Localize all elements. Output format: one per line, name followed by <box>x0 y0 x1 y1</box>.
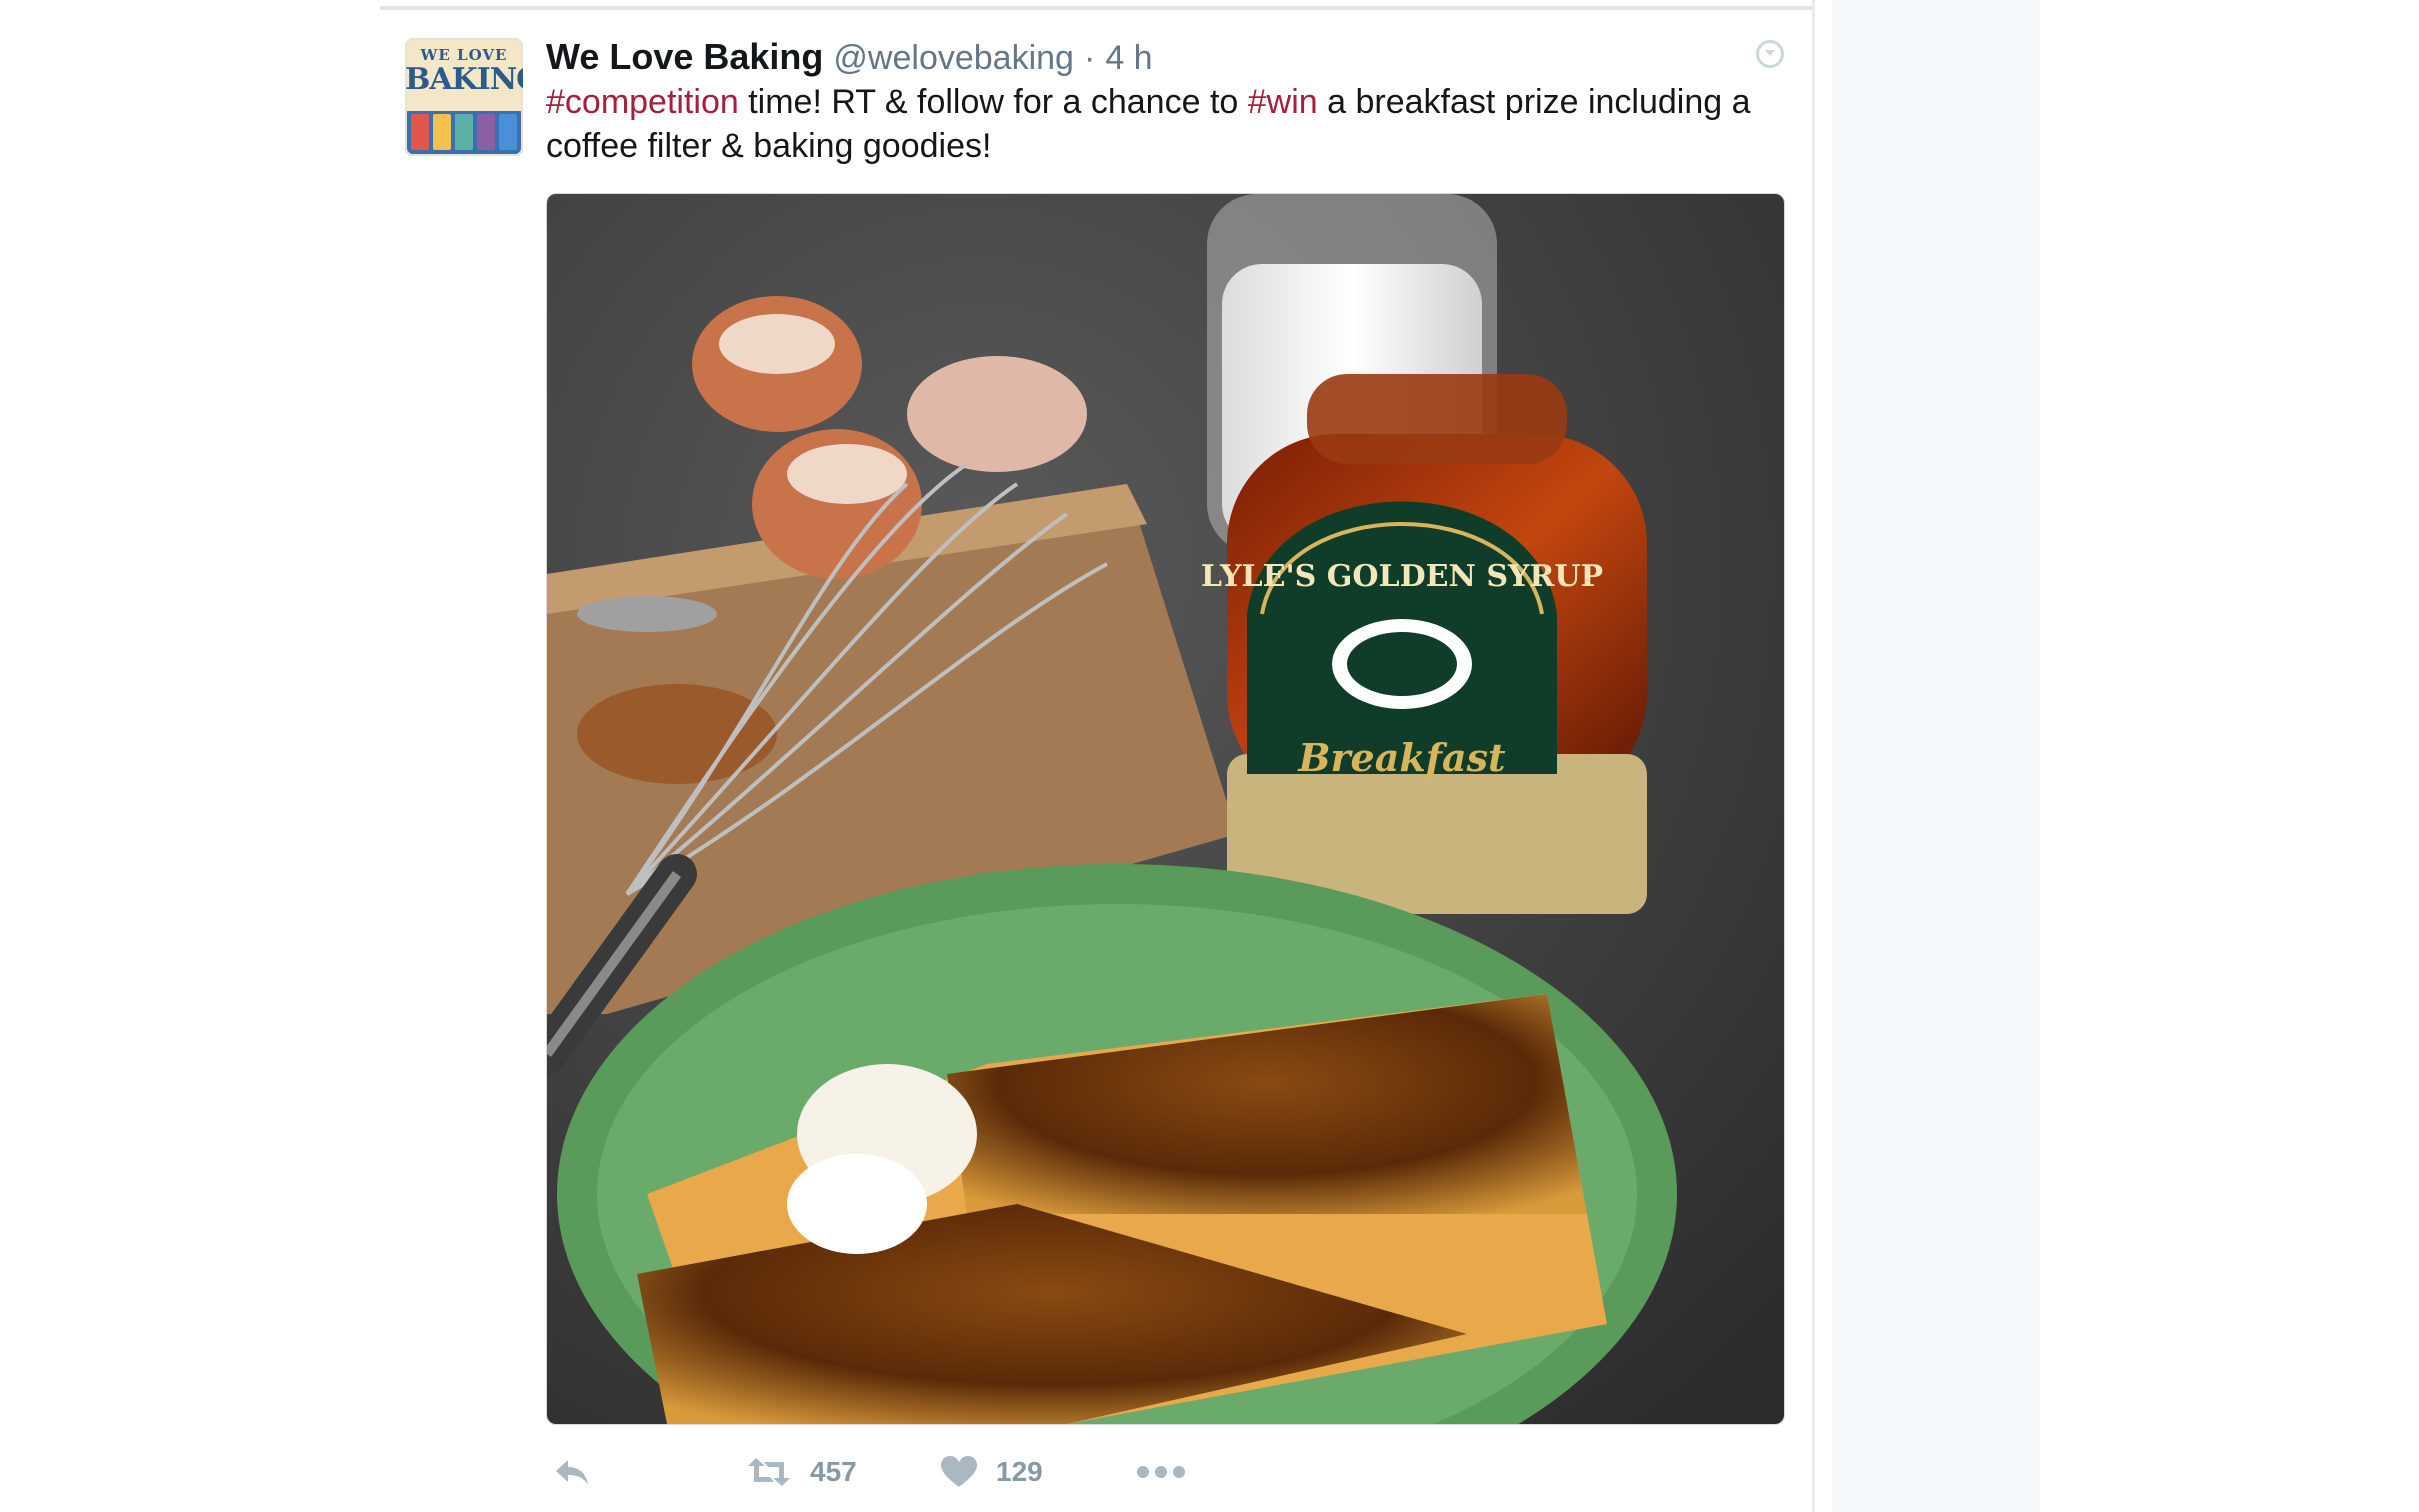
right-sidebar <box>1832 0 2040 1512</box>
breakfast-photo: LYLE'S GOLDEN SYRUP Breakfast <box>547 194 1784 1424</box>
avatar[interactable]: WE LOVE BAKING <box>405 38 523 156</box>
more-dots-icon <box>1137 1466 1185 1478</box>
retweet-button[interactable]: 457 <box>746 1448 857 1496</box>
like-count: 129 <box>996 1456 1043 1487</box>
handle[interactable]: @welovebaking <box>833 39 1074 77</box>
meta-separator: · <box>1083 39 1096 77</box>
more-button[interactable] <box>1136 1448 1186 1496</box>
like-button[interactable]: 129 <box>940 1448 1043 1496</box>
timeline-top-divider <box>380 6 1812 10</box>
tweet-header: We Love Baking @welovebaking · 4 h <box>546 32 1153 82</box>
avatar-books-graphic <box>411 114 517 150</box>
column-border <box>1812 0 1815 1512</box>
tweet-actions: 457 129 <box>546 1448 1746 1496</box>
retweet-icon <box>748 1458 790 1486</box>
tweet-text: #competition time! RT & follow for a cha… <box>546 80 1766 168</box>
syrup-label-variant: Breakfast <box>1297 735 1506 780</box>
tweet-text-middle: time! RT & follow for a chance to <box>738 83 1248 121</box>
reply-icon <box>556 1460 588 1485</box>
caret-down-icon[interactable] <box>1756 40 1784 68</box>
hashtag-win[interactable]: #win <box>1248 83 1318 121</box>
heart-icon <box>941 1456 977 1487</box>
tweet-photo[interactable]: LYLE'S GOLDEN SYRUP Breakfast <box>546 193 1785 1425</box>
syrup-label-brand: LYLE'S GOLDEN SYRUP <box>1201 559 1603 594</box>
reply-button[interactable] <box>552 1448 592 1496</box>
timestamp[interactable]: 4 h <box>1105 39 1152 77</box>
retweet-count: 457 <box>810 1456 857 1487</box>
hashtag-competition[interactable]: #competition <box>546 83 739 121</box>
avatar-text-line2: BAKING <box>405 62 523 97</box>
display-name[interactable]: We Love Baking <box>546 36 823 77</box>
